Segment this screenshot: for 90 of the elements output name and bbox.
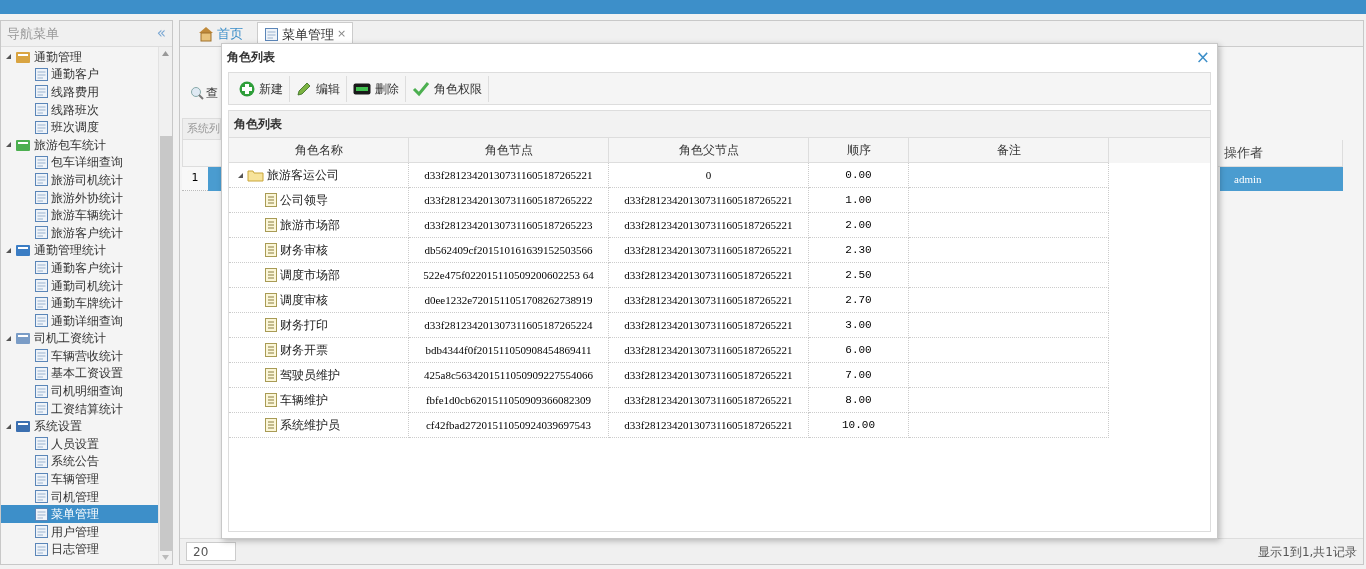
item-label: 线路费用 — [51, 84, 99, 101]
dialog-title: 角色列表 — [227, 49, 275, 66]
tree-item[interactable]: 基本工资设置 — [1, 364, 158, 383]
item-label: 线路班次 — [51, 101, 99, 119]
tree-item[interactable]: 通勤客户统计 — [1, 259, 158, 277]
tree-item[interactable]: 包车详细查询 — [1, 153, 158, 172]
tree-item[interactable]: 通勤司机统计 — [1, 276, 158, 295]
toolbar-button[interactable]: 删除 — [347, 75, 406, 102]
item-label: 日志管理 — [51, 541, 99, 559]
tab[interactable]: 菜单管理 × — [257, 22, 354, 46]
item-label: 旅游车辆统计 — [51, 207, 123, 225]
item-label: 用户管理 — [51, 523, 99, 541]
search-label[interactable]: 查 — [206, 84, 218, 102]
item-label: 旅游司机统计 — [51, 171, 123, 189]
pager-info: 显示1到1,共1记录 — [1258, 543, 1357, 561]
item-label: 人员设置 — [51, 435, 99, 453]
tree-item[interactable]: 用户管理 — [1, 523, 158, 541]
role-name: 系统维护员 — [280, 417, 340, 434]
panel-title: 系统列 — [186, 120, 220, 137]
role-name: 驾驶员维护 — [280, 367, 340, 384]
tree-item[interactable]: 日志管理 — [1, 540, 158, 559]
item-label: 包车详细查询 — [51, 154, 123, 172]
item-label: 班次调度 — [51, 119, 99, 137]
tree-item[interactable]: 旅游客户统计 — [1, 223, 158, 242]
group-label: 通勤管理统计 — [34, 242, 106, 260]
role-name: 调度审核 — [280, 292, 328, 309]
panel-title: 导航菜单 — [7, 24, 59, 43]
tree-item[interactable]: 车辆营收统计 — [1, 347, 158, 365]
tree-item[interactable]: 司机明细查询 — [1, 382, 158, 400]
tab-label: 首页 — [217, 25, 243, 44]
tree-item[interactable]: 司机管理 — [1, 487, 158, 506]
column-header[interactable]: 操作者 — [1218, 140, 1343, 167]
item-label: 车辆管理 — [51, 471, 99, 489]
item-label: 车辆营收统计 — [51, 347, 123, 365]
close-button[interactable]: × — [1193, 48, 1212, 66]
item-label: 菜单管理 — [51, 506, 99, 524]
table-cell: cf42fbad27201511050924039697543 — [409, 413, 609, 438]
item-label: 司机明细查询 — [51, 383, 123, 401]
item-label: 司机管理 — [51, 488, 99, 506]
table-cell: 10.00 — [809, 413, 909, 438]
tree-item[interactable]: 旅游外协统计 — [1, 188, 158, 207]
role-name: 财务审核 — [280, 242, 328, 259]
role-name: 车辆维护 — [280, 392, 328, 409]
toolbar-button[interactable]: 编辑 — [290, 75, 347, 102]
item-label: 旅游外协统计 — [51, 189, 123, 207]
row-number: 1 — [182, 167, 208, 191]
tree-item[interactable]: 线路费用 — [1, 83, 158, 101]
item-label: 系统公告 — [51, 453, 99, 471]
item-label: 工资结算统计 — [51, 400, 123, 418]
tab-close[interactable]: × — [337, 26, 347, 43]
tree-item[interactable]: 工资结算统计 — [1, 399, 158, 418]
item-label: 基本工资设置 — [51, 365, 123, 383]
role-name: 调度市场部 — [280, 267, 340, 284]
tree-item[interactable]: 旅游车辆统计 — [1, 206, 158, 224]
tree-item[interactable]: 人员设置 — [1, 435, 158, 453]
tree-group[interactable]: 通勤管理统计 — [1, 241, 158, 260]
group-label: 系统设置 — [34, 418, 82, 436]
tree-item[interactable]: 通勤详细查询 — [1, 311, 158, 330]
rows-per-page-field[interactable]: 20 — [186, 542, 236, 561]
item-label: 通勤车牌统计 — [51, 295, 123, 313]
role-name: 财务开票 — [280, 342, 328, 359]
table-cell: d33f281234201307311605187265221 — [609, 413, 809, 438]
tree-item[interactable]: 车辆管理 — [1, 470, 158, 488]
role-name: 公司领导 — [280, 192, 328, 209]
role-name: 财务打印 — [280, 317, 328, 334]
tree-item[interactable]: 菜单管理 — [1, 505, 158, 524]
toolbar-button[interactable]: 新建 — [233, 75, 290, 102]
group-label: 司机工资统计 — [34, 330, 106, 348]
tree-group[interactable]: 通勤管理 — [1, 48, 158, 66]
tree-group[interactable]: 旅游包车统计 — [1, 135, 158, 154]
item-label: 通勤客户 — [51, 66, 99, 84]
item-label: 通勤详细查询 — [51, 312, 123, 330]
tree-item[interactable]: 通勤车牌统计 — [1, 294, 158, 312]
tree-item[interactable]: 班次调度 — [1, 118, 158, 136]
toolbar-button[interactable]: 角色权限 — [406, 75, 489, 102]
item-label: 旅游客户统计 — [51, 224, 123, 242]
tree-item[interactable]: 系统公告 — [1, 452, 158, 471]
tree-group[interactable]: 司机工资统计 — [1, 329, 158, 348]
tree-item[interactable]: 旅游司机统计 — [1, 171, 158, 189]
tab-label: 菜单管理 — [282, 25, 334, 44]
tree-group[interactable]: 系统设置 — [1, 417, 158, 436]
panel-title: 角色列表 — [234, 116, 282, 133]
item-label: 通勤司机统计 — [51, 277, 123, 295]
tree-item[interactable]: 通勤客户 — [1, 65, 158, 84]
tree-item[interactable]: 线路班次 — [1, 100, 158, 119]
role-name: 旅游市场部 — [280, 217, 340, 234]
group-label: 旅游包车统计 — [34, 136, 106, 154]
group-label: 通勤管理 — [34, 48, 82, 66]
role-name: 旅游客运公司 — [267, 167, 339, 184]
item-label: 通勤客户统计 — [51, 259, 123, 277]
